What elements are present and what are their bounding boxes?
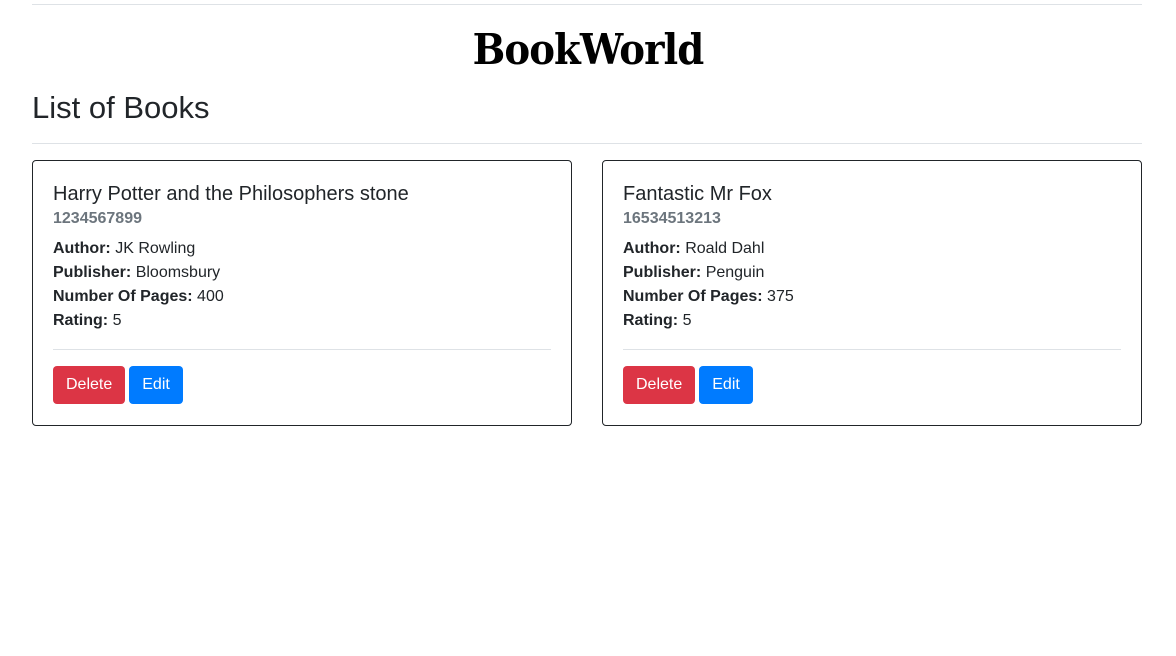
book-title: Fantastic Mr Fox bbox=[623, 183, 772, 205]
top-divider bbox=[32, 4, 1142, 5]
card-divider bbox=[623, 349, 1121, 350]
author-field: Author: Roald Dahl bbox=[623, 237, 1121, 261]
rating-field: Rating: 5 bbox=[53, 309, 551, 333]
publisher-label: Publisher: bbox=[623, 264, 702, 281]
pages-value: 375 bbox=[767, 288, 794, 305]
publisher-value: Bloomsbury bbox=[135, 264, 221, 281]
page-title: List of Books bbox=[32, 90, 210, 125]
page: BookWorld List of Books Harry Potter and… bbox=[0, 0, 1176, 656]
rating-field: Rating: 5 bbox=[623, 309, 1121, 333]
card-body: Harry Potter and the Philosophers stone … bbox=[53, 181, 551, 404]
publisher-field: Publisher: Bloomsbury bbox=[53, 261, 551, 285]
pages-label: Number Of Pages: bbox=[623, 288, 763, 305]
author-label: Author: bbox=[53, 240, 111, 257]
book-isbn: 1234567899 bbox=[53, 210, 142, 227]
edit-button[interactable]: Edit bbox=[129, 366, 183, 404]
rating-label: Rating: bbox=[53, 312, 109, 329]
rating-value: 5 bbox=[112, 312, 122, 329]
pages-field: Number Of Pages: 400 bbox=[53, 285, 551, 309]
rating-label: Rating: bbox=[623, 312, 679, 329]
publisher-value: Penguin bbox=[705, 264, 765, 281]
edit-button[interactable]: Edit bbox=[699, 366, 753, 404]
author-value: JK Rowling bbox=[115, 240, 196, 257]
rating-value: 5 bbox=[682, 312, 692, 329]
book-details: Author: JK Rowling Publisher: Bloomsbury… bbox=[53, 237, 551, 333]
author-field: Author: JK Rowling bbox=[53, 237, 551, 261]
site-logo[interactable]: BookWorld bbox=[47, 24, 1129, 76]
delete-button[interactable]: Delete bbox=[623, 366, 696, 404]
book-isbn: 16534513213 bbox=[623, 210, 721, 227]
publisher-label: Publisher: bbox=[53, 264, 132, 281]
pages-label: Number Of Pages: bbox=[53, 288, 193, 305]
author-label: Author: bbox=[623, 240, 681, 257]
card-body: Fantastic Mr Fox 16534513213 Author: Roa… bbox=[623, 181, 1121, 404]
author-value: Roald Dahl bbox=[685, 240, 765, 257]
card-divider bbox=[53, 349, 551, 350]
title-divider bbox=[32, 143, 1142, 144]
book-card: Harry Potter and the Philosophers stone … bbox=[32, 160, 572, 426]
pages-value: 400 bbox=[197, 288, 224, 305]
card-actions: Delete Edit bbox=[53, 366, 551, 404]
delete-button[interactable]: Delete bbox=[53, 366, 126, 404]
card-actions: Delete Edit bbox=[623, 366, 1121, 404]
book-details: Author: Roald Dahl Publisher: Penguin Nu… bbox=[623, 237, 1121, 333]
publisher-field: Publisher: Penguin bbox=[623, 261, 1121, 285]
pages-field: Number Of Pages: 375 bbox=[623, 285, 1121, 309]
book-title: Harry Potter and the Philosophers stone bbox=[53, 183, 409, 205]
book-card: Fantastic Mr Fox 16534513213 Author: Roa… bbox=[602, 160, 1142, 426]
